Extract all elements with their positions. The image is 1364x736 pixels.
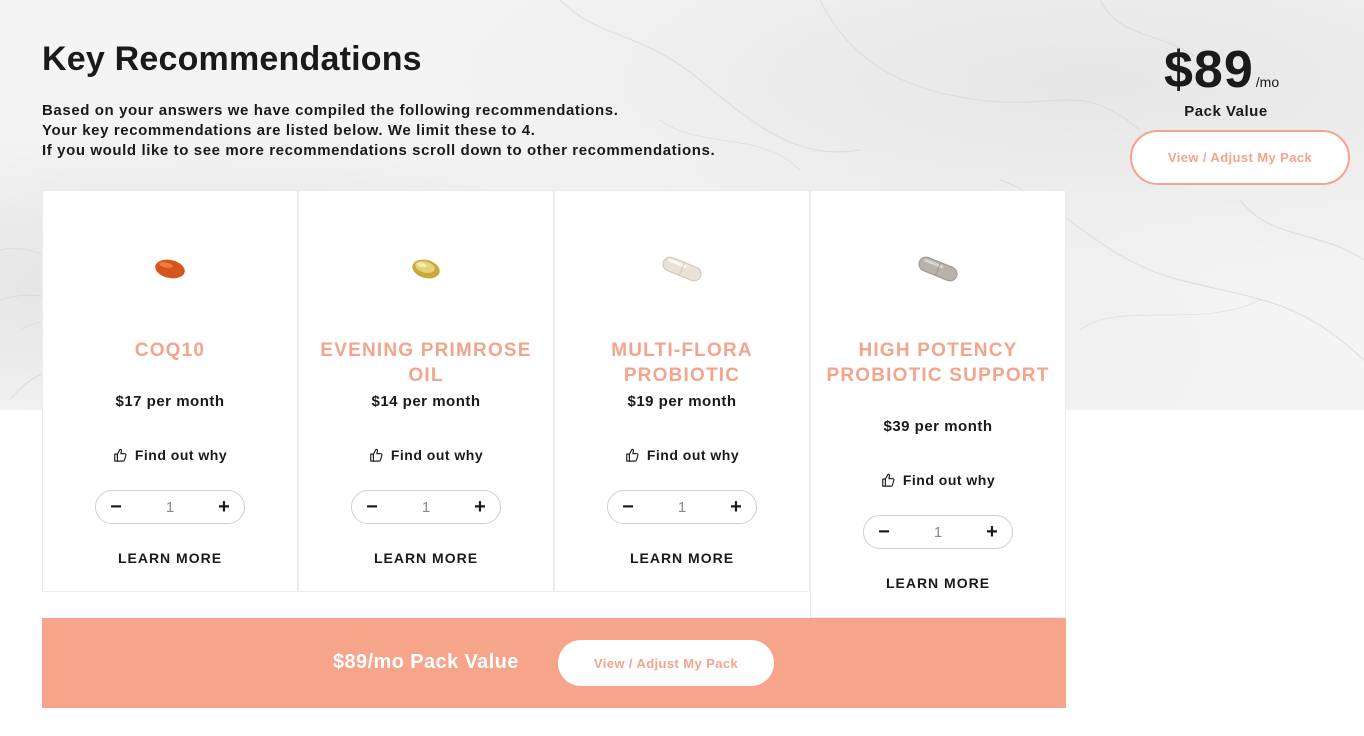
decrease-button[interactable]: − [620,497,636,517]
find-out-why-label: Find out why [902,472,996,488]
quantity-value[interactable]: 1 [934,524,942,541]
decrease-button[interactable]: − [364,497,380,517]
intro-line: If you would like to see more recommenda… [42,142,716,159]
white-capsule-icon [662,256,702,282]
pack-value-label: Pack Value [1184,103,1268,120]
increase-button[interactable]: + [216,497,232,517]
product-price: $14 per month [371,393,481,410]
banner-view-adjust-pack-button[interactable]: View / Adjust My Pack [558,640,774,686]
increase-button[interactable]: + [728,497,744,517]
product-card-evening-primrose-oil: EVENING PRIMROSE OIL $14 per month Find … [298,190,554,592]
yellow-softgel-icon [412,259,440,279]
find-out-why-label: Find out why [390,447,484,463]
quantity-stepper: − 1 + [95,490,245,524]
intro-line: Based on your answers we have compiled t… [42,102,619,119]
view-adjust-pack-button[interactable]: View / Adjust My Pack [1130,130,1350,185]
pack-price: $89/mo [1164,40,1279,100]
product-name: HIGH POTENCY PROBIOTIC SUPPORT [826,340,1050,386]
decrease-button[interactable]: − [108,497,124,517]
find-out-why-link[interactable]: Find out why [43,447,297,463]
product-name: COQ10 [134,340,206,361]
quantity-value[interactable]: 1 [166,499,174,516]
quantity-value[interactable]: 1 [678,499,686,516]
thumbs-up-icon [882,473,895,487]
pack-value-banner: $89/mo Pack Value View / Adjust My Pack [42,618,1066,708]
find-out-why-link[interactable]: Find out why [555,447,809,463]
quantity-stepper: − 1 + [863,515,1013,549]
product-price: $19 per month [627,393,737,410]
product-card-coq10: COQ10 $17 per month Find out why − 1 + L… [42,190,298,592]
product-price: $17 per month [115,393,225,410]
grey-capsule-icon [918,256,958,282]
product-card-high-potency-probiotic-support: HIGH POTENCY PROBIOTIC SUPPORT $39 per m… [810,190,1066,618]
find-out-why-label: Find out why [646,447,740,463]
quantity-value[interactable]: 1 [422,499,430,516]
learn-more-link[interactable]: LEARN MORE [43,550,297,566]
thumbs-up-icon [626,448,639,462]
thumbs-up-icon [370,448,383,462]
increase-button[interactable]: + [472,497,488,517]
increase-button[interactable]: + [984,522,1000,542]
banner-pack-value-text: $89/mo Pack Value [333,651,519,673]
learn-more-link[interactable]: LEARN MORE [811,575,1065,591]
product-name: MULTI-FLORA PROBIOTIC [611,340,753,386]
learn-more-link[interactable]: LEARN MORE [299,550,553,566]
quantity-stepper: − 1 + [607,490,757,524]
find-out-why-label: Find out why [134,447,228,463]
find-out-why-link[interactable]: Find out why [299,447,553,463]
quantity-stepper: − 1 + [351,490,501,524]
pack-price-period: /mo [1255,74,1280,90]
product-name: EVENING PRIMROSE OIL [320,340,532,386]
intro-text: Based on your answers we have compiled t… [42,101,715,161]
pack-price-amount: $89 [1164,41,1254,99]
thumbs-up-icon [114,448,127,462]
orange-softgel-icon [155,259,185,279]
learn-more-link[interactable]: LEARN MORE [555,550,809,566]
product-card-multi-flora-probiotic: MULTI-FLORA PROBIOTIC $19 per month Find… [554,190,810,592]
intro-line: Your key recommendations are listed belo… [42,122,536,139]
product-price: $39 per month [883,418,993,435]
find-out-why-link[interactable]: Find out why [811,472,1065,488]
decrease-button[interactable]: − [876,522,892,542]
page-title: Key Recommendations [42,40,422,78]
